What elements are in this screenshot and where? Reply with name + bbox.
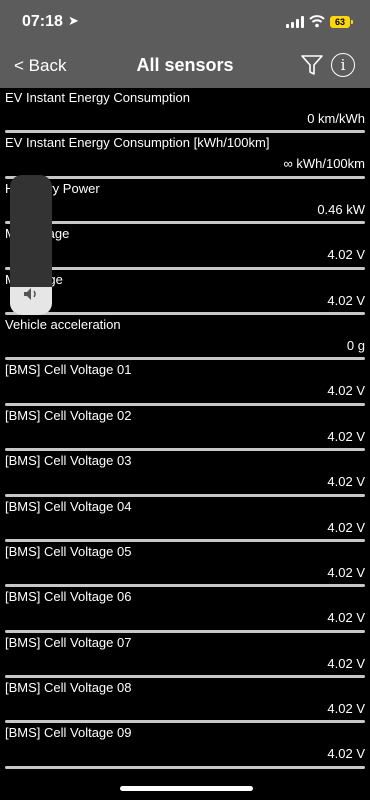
row-divider — [5, 765, 365, 769]
sensor-value: 4.02 V — [327, 655, 365, 671]
sensor-value: 4.02 V — [327, 746, 365, 762]
sensor-value: 4.02 V — [327, 474, 365, 490]
sensor-row[interactable]: M Voltage4.02 V — [0, 270, 370, 315]
location-arrow-icon: ➤ — [68, 13, 79, 28]
sensor-row[interactable]: [BMS] Cell Voltage 09 4.02 V — [0, 723, 370, 769]
sensor-label: [BMS] Cell Voltage 01 — [5, 362, 132, 378]
sensor-value: 4.02 V — [327, 383, 365, 399]
sensor-label: EV Instant Energy Consumption — [5, 90, 190, 105]
wifi-icon — [309, 15, 325, 28]
sensor-value: ∞ kWh/100km — [283, 156, 365, 172]
sensor-row[interactable]: EV Instant Energy Consumption [kWh/100km… — [0, 133, 370, 179]
filter-icon[interactable] — [300, 53, 324, 77]
sensor-label: [BMS] Cell Voltage 03 — [5, 453, 132, 469]
sensor-value: 4.02 V — [327, 292, 365, 308]
volume-hud — [10, 175, 52, 315]
sensor-list: EV Instant Energy Consumption 0 km/kWh EV … — [0, 88, 370, 769]
sensor-row[interactable]: [BMS] Cell Voltage 08 4.02 V — [0, 678, 370, 724]
sensor-value: 4.02 V — [327, 701, 365, 717]
navigation-bar: < Back All sensors i — [0, 44, 370, 88]
sensor-label: Vehicle acceleration — [5, 316, 121, 332]
sensor-row[interactable]: [BMS] Cell Voltage 07 4.02 V — [0, 633, 370, 679]
sensor-label: [BMS] Cell Voltage 02 — [5, 407, 132, 423]
sensor-value: 4.02 V — [327, 519, 365, 535]
speaker-icon — [24, 288, 36, 300]
sensor-row[interactable]: [BMS] Cell Voltage 06 4.02 V — [0, 587, 370, 633]
sensor-row[interactable]: [BMS] Cell Voltage 03 4.02 V — [0, 451, 370, 497]
info-icon[interactable]: i — [331, 53, 355, 77]
sensor-label: [BMS] Cell Voltage 04 — [5, 498, 132, 514]
sensor-label: EV Instant Energy Consumption [kWh/100km… — [5, 135, 270, 151]
sensor-row[interactable]: H Battery Power 0.46 kW — [0, 179, 370, 225]
sensor-label: [BMS] Cell Voltage 05 — [5, 543, 132, 559]
sensor-label: [BMS] Cell Voltage 08 — [5, 680, 132, 696]
home-indicator — [120, 786, 253, 791]
sensor-row[interactable]: M l Voltage4.02 V — [0, 224, 370, 270]
status-bar: 07:18 ➤ 63 — [0, 0, 370, 44]
sensor-row[interactable]: [BMS] Cell Voltage 05 4.02 V — [0, 542, 370, 588]
cellular-signal-icon — [286, 16, 304, 28]
sensor-row[interactable]: Vehicle acceleration 0 g — [0, 315, 370, 361]
sensor-label: [BMS] Cell Voltage 07 — [5, 634, 132, 650]
status-time: 07:18 — [22, 13, 63, 30]
battery-indicator: 63 — [330, 16, 353, 28]
sensor-row[interactable]: [BMS] Cell Voltage 04 4.02 V — [0, 497, 370, 542]
sensor-value: 4.02 V — [327, 610, 365, 626]
sensor-value: 0 km/kWh — [307, 111, 365, 126]
sensor-value: 0.46 kW — [317, 201, 365, 217]
sensor-label: [BMS] Cell Voltage 06 — [5, 589, 132, 605]
sensor-value: 4.02 V — [327, 564, 365, 580]
sensor-row[interactable]: [BMS] Cell Voltage 01 4.02 V — [0, 360, 370, 406]
sensor-row[interactable]: EV Instant Energy Consumption 0 km/kWh — [0, 88, 370, 134]
sensor-label: [BMS] Cell Voltage 09 — [5, 725, 132, 741]
sensor-value: 4.02 V — [327, 428, 365, 444]
sensor-row[interactable]: [BMS] Cell Voltage 02 4.02 V — [0, 406, 370, 452]
sensor-value: 4.02 V — [327, 247, 365, 263]
sensor-value: 0 g — [346, 337, 365, 353]
